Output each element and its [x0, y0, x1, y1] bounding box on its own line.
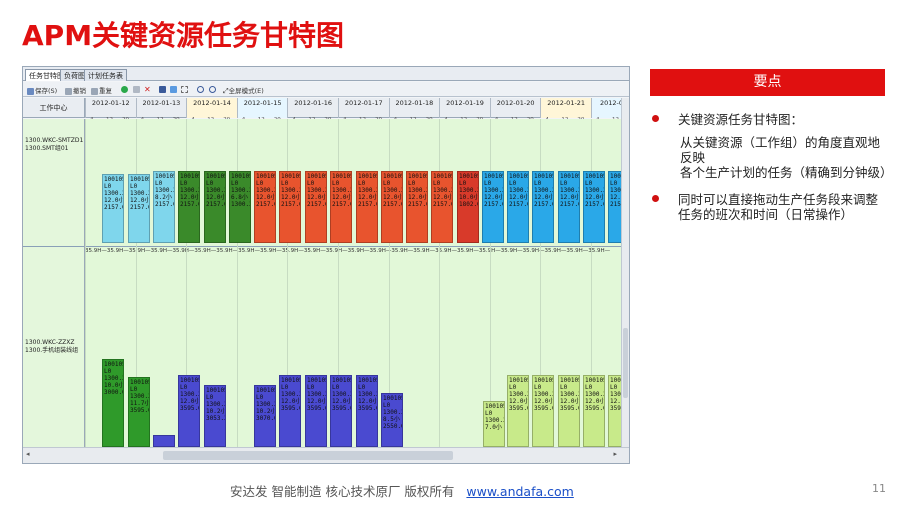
date-column-header: 2012-01-1341220	[135, 98, 187, 123]
vertical-scrollbar[interactable]	[621, 98, 629, 447]
task-bar[interactable]: 100105 L0 1300.3 12.0小 3595.0	[583, 375, 605, 447]
task-bar[interactable]: 100105 L0 1300.3 10.2小 3053.3	[204, 385, 226, 447]
task-bar[interactable]: 100105 L0 1300.3 12.0小 3595.0	[507, 375, 529, 447]
key-points-header: 要点	[650, 69, 885, 96]
task-bar[interactable]: 100105 L0 1300.3 12.0小 2157.0	[102, 174, 124, 243]
task-bar[interactable]: 100105 L0 1300.3 12.0小 2157.0	[482, 171, 504, 243]
footer-link[interactable]: www.andafa.com	[466, 484, 573, 499]
row-label-smt: 1300.WKC-SMTZD1 1300.SMT组01	[25, 137, 84, 152]
date-column-header: 2012-01-1941220	[439, 98, 490, 123]
task-bar[interactable]: 100105 L0 1300.3 12.0小 2157.0	[128, 174, 150, 243]
undo-button[interactable]: 撤销	[65, 85, 86, 95]
date-column-header: 2012-01-1741220	[338, 98, 389, 123]
task-bar[interactable]: 100105 L0 1300.3 12.0小 2157.0	[532, 171, 554, 243]
undo-icon	[65, 87, 72, 95]
task-bar[interactable]: 100105 L0 1300.3 12.0小 2157.0	[583, 171, 605, 243]
task-bar[interactable]: 100105 L0 1300.3 12.0小 2157.0	[204, 171, 226, 243]
horizontal-scrollbar[interactable]: ◂ ▸	[23, 447, 629, 463]
date-column-header: 2012-01-1641220	[287, 98, 338, 123]
bullet-icon	[652, 115, 659, 122]
task-bar[interactable]: 100105 L0 1300.3 12.0小 2157.0	[305, 171, 327, 243]
horizontal-scroll-thumb[interactable]	[163, 451, 453, 460]
scroll-left-icon[interactable]: ◂	[26, 450, 30, 458]
row-separator-left	[23, 246, 84, 247]
select-icon[interactable]	[181, 85, 189, 93]
grid-line	[85, 119, 86, 447]
task-bar[interactable]: 100105 L0 1300.3 12.0小 2157.0	[178, 171, 200, 243]
task-bar[interactable]: 100105 L0 1300.3 10.0小 3000.0	[102, 359, 124, 447]
date-column-header: 2012-01-1441220	[186, 98, 237, 123]
grid-line	[489, 119, 491, 447]
task-bar[interactable]: 100105 L0 1300.3 12.0小 2157.0	[279, 171, 301, 243]
task-bar[interactable]: 100105 L0 1300.3 12.0小 3595.0	[532, 375, 554, 447]
gantt-window: 任务甘特图 负荷图 计划任务表 保存(S) 撤销 重复 ✕ ⤢全屏模式(E) 工…	[22, 66, 630, 464]
task-bar[interactable]: 100105 L0 1300.3 8.5小 2550.0	[381, 393, 403, 447]
task-bar[interactable]: 100105 L0 1300.3 10.0小 1802.0	[457, 171, 479, 243]
date-column-header: 2012-01-1241220	[85, 98, 136, 123]
task-bar[interactable]: 100105 L0 1300.3 12.0小 3595.0	[178, 375, 200, 447]
task-bar[interactable]: 100105 L0 1300.3 12.0小 3595.0	[305, 375, 327, 447]
pointer-icon[interactable]	[170, 85, 178, 93]
date-column-header: 2012-01-1541220	[236, 98, 288, 123]
row-labels: 1300.WKC-SMTZD1 1300.SMT组01 1300.WKC-ZZXZ…	[23, 119, 85, 447]
row-label-assembly: 1300.WKC-ZZXZ 1300.手机组装线组	[25, 339, 79, 354]
save-button[interactable]: 保存(S)	[27, 85, 57, 95]
task-bar[interactable]: 100105 L0 1300.3 12.0小 2157.0	[330, 171, 352, 243]
footer: 安达发 智能制造 核心技术原厂 版权所有 www.andafa.com	[230, 481, 574, 500]
task-bar[interactable]: 100105 L0 1300.3 11.7小 3595.0	[128, 377, 150, 447]
tab-plan-task-table[interactable]: 计划任务表	[84, 69, 127, 81]
work-center-header: 工作中心	[23, 98, 85, 118]
gantt-chart-area[interactable]: 35.9H—35.9H—35.9H—35.9H—35.9H—35.9H—35.9…	[85, 119, 621, 447]
task-bar[interactable]: 100105 L0 1300.3 7.0小	[483, 401, 505, 447]
delete-icon[interactable]: ✕	[144, 85, 151, 94]
footer-text: 安达发 智能制造 核心技术原厂 版权所有	[230, 484, 455, 499]
toolbar: 保存(S) 撤销 重复 ✕ ⤢全屏模式(E)	[23, 82, 629, 97]
task-bar[interactable]: 100105 L0 1300.3 12.0小 2157.0	[254, 171, 276, 243]
task-bar[interactable]: 100105 L0 1300.3 12.0小 2157.0	[507, 171, 529, 243]
task-bar[interactable]: 100105 L0 1300.3 12.0小 2157.0	[558, 171, 580, 243]
date-column-header: 2012-01-2041220	[489, 98, 541, 123]
tab-bar: 任务甘特图 负荷图 计划任务表	[23, 67, 629, 81]
grid-line	[439, 119, 441, 447]
date-column-header: 2012-01-1841220	[388, 98, 440, 123]
binoculars-icon[interactable]	[159, 85, 167, 93]
page-number: 11	[872, 482, 886, 495]
slide-title: APM关键资源任务甘特图	[22, 19, 345, 52]
redo-icon	[91, 87, 98, 95]
task-bar[interactable]: 100105 L0 1300.3 12.0小 2157.0	[608, 171, 621, 243]
vertical-scroll-thumb[interactable]	[623, 328, 628, 398]
task-bar[interactable]: 100105 L0 1300.3 12.0小 3595.0	[279, 375, 301, 447]
date-column-header: 2012-01-2141220	[540, 98, 591, 123]
task-bar[interactable]: 100105 L0 1300.3 12.0小 3595.0	[558, 375, 580, 447]
task-bar[interactable]: 100105 L0 1300.3 12.0小 2157.0	[381, 171, 403, 243]
task-bar[interactable]: 100105 L0 1300.3 12.0小 3595.0	[608, 375, 621, 447]
redo-button[interactable]: 重复	[91, 85, 112, 95]
key-points: 关键资源任务甘特图： 从关键资源（工作组）的角度直观地反映 各个生产计划的任务（…	[652, 112, 893, 222]
fullscreen-button[interactable]: ⤢全屏模式(E)	[223, 85, 264, 96]
zoom-in-icon[interactable]	[197, 85, 205, 93]
copy-icon[interactable]	[133, 85, 141, 93]
grid-line	[236, 119, 238, 447]
task-bar[interactable]: 100105 L0 1300.3 8.2小 2157.0	[153, 171, 175, 243]
save-icon	[27, 87, 34, 95]
date-header: 2012-01-12412202012-01-13412202012-01-14…	[85, 98, 629, 123]
add-icon[interactable]	[121, 85, 129, 93]
task-bar[interactable]: 100105 L0 1300.3 12.0小 3595.0	[356, 375, 378, 447]
task-bar[interactable]: 100105 L0 1300.3 12.0小 2157.0	[406, 171, 428, 243]
task-bar[interactable]	[153, 435, 175, 447]
zoom-out-icon[interactable]	[209, 85, 217, 93]
task-bar[interactable]: 100105 L0 1300.3 12.0小 2157.0	[356, 171, 378, 243]
task-bar[interactable]: 100105 L0 1300.3 12.0小 2157.0	[431, 171, 453, 243]
task-bar[interactable]: 100105 L0 1300.3 12.0小 3595.0	[330, 375, 352, 447]
bullet-icon	[652, 195, 659, 202]
task-bar[interactable]: 100105 L0 1300.3 10.2小 3070.0	[254, 385, 276, 447]
task-bar[interactable]: 100105 L0 1300.3 6.8小 1300.3	[229, 171, 251, 243]
point-2: 同时可以直接拖动生产任务段来调整任务的班次和时间（日常操作）	[652, 192, 888, 222]
point-1: 关键资源任务甘特图： 从关键资源（工作组）的角度直观地反映 各个生产计划的任务（…	[652, 112, 893, 180]
scroll-right-icon[interactable]: ▸	[613, 450, 617, 458]
